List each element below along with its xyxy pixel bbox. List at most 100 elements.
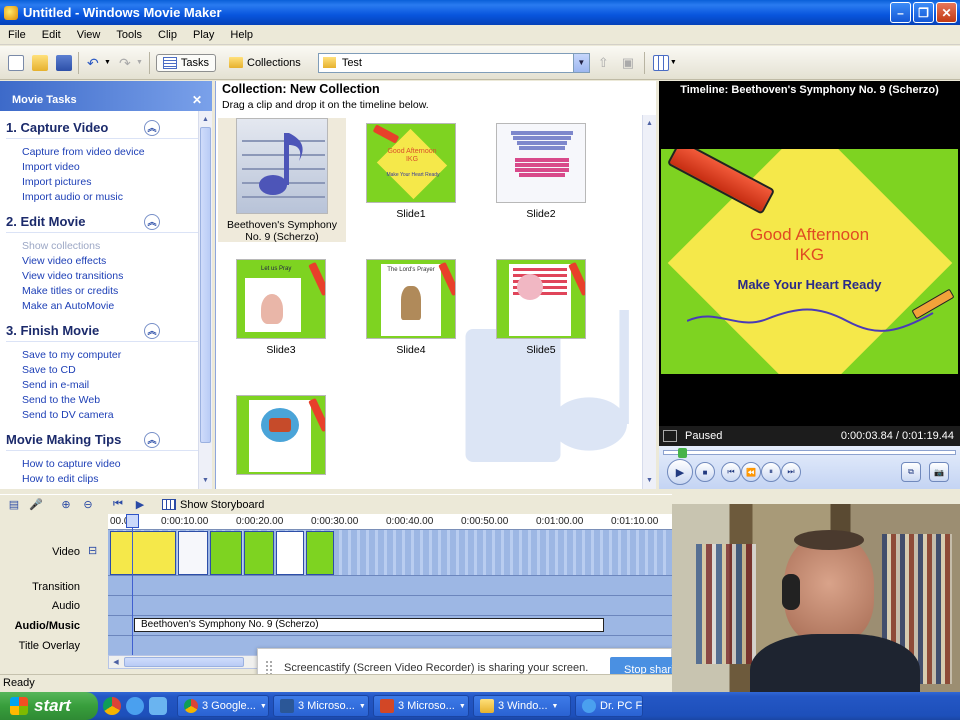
fullscreen-button[interactable]: ⧉ — [901, 462, 921, 482]
up-one-level-icon[interactable]: ⇧ — [598, 55, 614, 71]
video-clip[interactable] — [244, 531, 274, 575]
task-link[interactable]: Send to DV camera — [6, 408, 198, 423]
clip-slide[interactable]: Slide2 — [477, 123, 605, 220]
tasks-button[interactable]: Tasks — [155, 53, 216, 72]
play-button[interactable]: ▶ — [667, 459, 693, 485]
narrate-icon[interactable]: 🎤 — [28, 497, 44, 513]
clip-slide[interactable]: The Lord's Prayer Slide4 — [347, 259, 475, 356]
task-link[interactable]: Make an AutoMovie — [6, 299, 198, 314]
taskbar-item-google[interactable]: 3 Google... ▼ — [177, 695, 269, 717]
task-section-title[interactable]: Movie Making Tips ︽ — [6, 429, 198, 451]
menu-edit[interactable]: Edit — [34, 29, 69, 41]
views-icon[interactable] — [652, 54, 669, 71]
taskbar-item-windows[interactable]: 3 Windo... ▼ — [473, 695, 571, 717]
playhead[interactable] — [126, 514, 139, 657]
task-link[interactable]: Save to CD — [6, 363, 198, 378]
show-storyboard-button[interactable]: Show Storyboard — [162, 499, 264, 511]
zoom-out-icon[interactable]: ⊖ — [80, 497, 96, 513]
zoom-in-icon[interactable]: ⊕ — [58, 497, 74, 513]
playhead-handle[interactable] — [126, 514, 139, 528]
audio-clip[interactable]: Beethoven's Symphony No. 9 (Scherzo) — [134, 618, 604, 632]
stop-button[interactable]: ■ — [695, 462, 715, 482]
minimize-button[interactable]: – — [890, 2, 911, 23]
chevron-down-icon[interactable]: ▼ — [572, 53, 589, 72]
seek-bar[interactable] — [663, 448, 956, 458]
timeline[interactable]: 00.00 0:00:10.00 0:00:20.00 0:00:30.00 0… — [108, 514, 672, 657]
scroll-thumb[interactable] — [124, 657, 244, 667]
task-link[interactable]: Save to my computer — [6, 348, 198, 363]
chrome-icon[interactable] — [103, 697, 121, 715]
video-clip[interactable] — [306, 531, 334, 575]
menu-clip[interactable]: Clip — [150, 29, 185, 41]
scroll-up-icon[interactable]: ▲ — [644, 117, 655, 130]
task-link[interactable]: Make titles or credits — [6, 284, 198, 299]
views-dropdown-icon[interactable]: ▼ — [670, 59, 677, 66]
redo-dropdown-icon[interactable]: ▼ — [136, 59, 143, 66]
collapse-icon[interactable]: ︽ — [144, 431, 160, 448]
timeline-scrollbar[interactable]: ◀ — [108, 655, 258, 669]
task-link[interactable]: Import audio or music — [6, 190, 198, 205]
video-clip[interactable] — [276, 531, 304, 575]
tasks-scrollbar[interactable]: ▲ ▼ — [198, 111, 212, 489]
close-tasks-icon[interactable]: ✕ — [192, 93, 202, 107]
collection-scrollbar[interactable]: ▲ ▼ — [642, 115, 656, 489]
video-track[interactable] — [108, 530, 672, 576]
menu-tools[interactable]: Tools — [108, 29, 150, 41]
task-link[interactable]: Show collections — [6, 239, 198, 254]
expand-video-track-icon[interactable]: ⊟ — [88, 544, 97, 557]
clip-slide[interactable]: Slide5 — [477, 259, 605, 356]
collections-button[interactable]: Collections — [222, 54, 308, 72]
scroll-left-icon[interactable]: ◀ — [110, 657, 122, 667]
collapse-icon[interactable]: ︽ — [144, 322, 160, 339]
menu-help[interactable]: Help — [222, 29, 261, 41]
clip-audio[interactable]: Beethoven's Symphony No. 9 (Scherzo) — [218, 118, 346, 243]
seek-knob[interactable] — [678, 448, 687, 458]
rewind-button[interactable]: ⏪ — [741, 462, 761, 482]
start-button[interactable]: start — [0, 692, 98, 720]
internet-explorer-icon[interactable] — [126, 697, 144, 715]
save-project-icon[interactable] — [56, 54, 72, 71]
next-frame-button[interactable]: ⏭ — [781, 462, 801, 482]
clip-slide[interactable]: Let us Pray Slide3 — [217, 259, 345, 356]
video-clip[interactable] — [210, 531, 242, 575]
scroll-thumb[interactable] — [200, 127, 211, 443]
rewind-timeline-icon[interactable]: ⏮ — [110, 497, 126, 513]
taskbar-item-word[interactable]: 3 Microso... ▼ — [273, 695, 369, 717]
taskbar-item-drpc[interactable]: Dr. PC Fa... — [575, 695, 643, 717]
menu-view[interactable]: View — [69, 29, 109, 41]
play-timeline-icon[interactable]: ▶ — [132, 497, 148, 513]
take-picture-button[interactable]: 📷 — [929, 462, 949, 482]
audio-track[interactable] — [108, 596, 672, 616]
task-link[interactable]: Import pictures — [6, 175, 198, 190]
task-section-title[interactable]: 3. Finish Movie ︽ — [6, 320, 198, 342]
new-project-icon[interactable] — [8, 54, 24, 71]
video-clip[interactable] — [110, 531, 176, 575]
collection-select[interactable]: Test ▼ — [317, 52, 590, 73]
drag-handle-icon[interactable] — [266, 661, 272, 675]
transition-track[interactable] — [108, 576, 672, 596]
task-section-title[interactable]: 1. Capture Video ︽ — [6, 117, 198, 139]
media-icon[interactable] — [149, 697, 167, 715]
task-link[interactable]: How to edit clips — [6, 472, 198, 487]
video-clip[interactable] — [178, 531, 208, 575]
menu-file[interactable]: File — [0, 29, 34, 41]
new-collection-folder-icon[interactable]: ▣ — [622, 55, 638, 71]
undo-icon[interactable]: ↶ — [87, 55, 103, 71]
split-button[interactable]: ⏸ — [761, 462, 781, 482]
task-link[interactable]: How to capture video — [6, 457, 198, 472]
collapse-icon[interactable]: ︽ — [144, 213, 160, 230]
task-link[interactable]: Send to the Web — [6, 393, 198, 408]
taskbar-item-powerpoint[interactable]: 3 Microso... ▼ — [373, 695, 469, 717]
task-link[interactable]: Import video — [6, 160, 198, 175]
task-link[interactable]: View video transitions — [6, 269, 198, 284]
collapse-icon[interactable]: ︽ — [144, 119, 160, 136]
time-ruler[interactable]: 00.00 0:00:10.00 0:00:20.00 0:00:30.00 0… — [108, 514, 672, 530]
task-link[interactable]: View video effects — [6, 254, 198, 269]
previous-frame-button[interactable]: ⏮ — [721, 462, 741, 482]
menu-play[interactable]: Play — [185, 29, 222, 41]
scroll-down-icon[interactable]: ▼ — [644, 474, 655, 487]
task-section-title[interactable]: 2. Edit Movie ︽ — [6, 211, 198, 233]
close-button[interactable]: ✕ — [936, 2, 957, 23]
redo-icon[interactable]: ↷ — [119, 55, 135, 71]
clip-slide[interactable]: Good Afternoon IKG Make Your Heart Ready … — [347, 123, 475, 220]
